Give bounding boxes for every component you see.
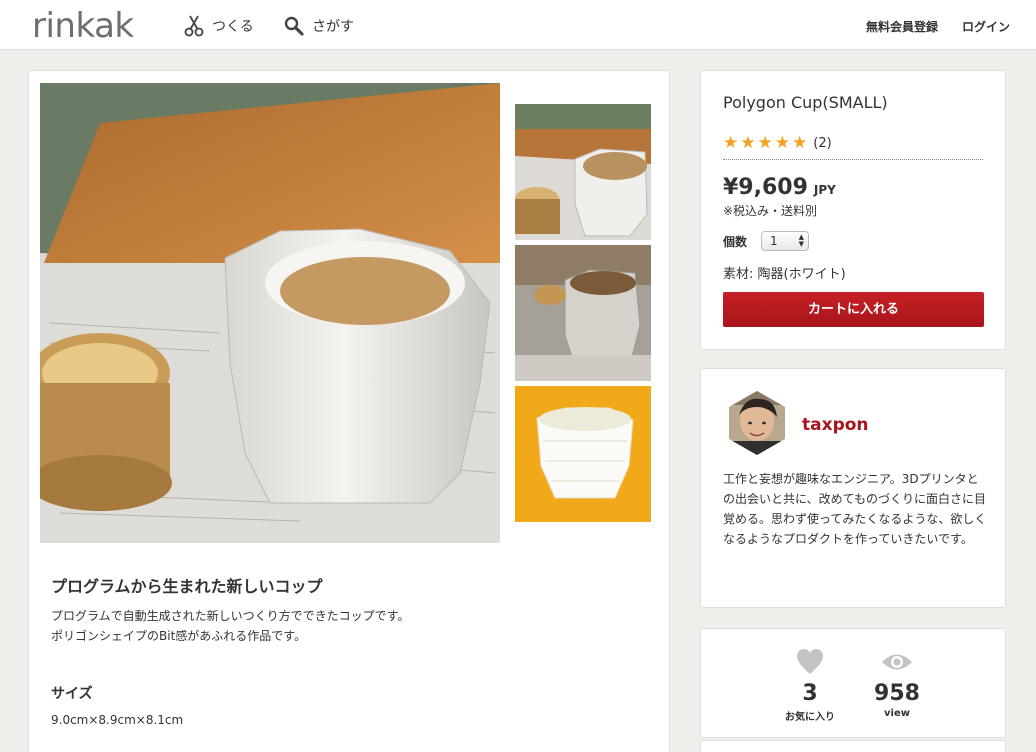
price-currency: JPY [813,183,836,197]
nav-find-label: さがす [312,19,354,35]
creator-name-link[interactable]: taxpon [802,415,869,435]
select-arrows-icon: ▲ ▼ [798,233,804,248]
eye-icon [882,654,912,670]
creator-avatar[interactable] [725,391,789,455]
size-title: サイズ [51,686,93,702]
thumbnail-2[interactable] [515,245,651,381]
creator-bio: 工作と妄想が趣味なエンジニア。3Dプリンタとの出会いと共に、改めてものづくりに面… [723,472,987,546]
product-info-panel: Polygon Cup(SMALL) ★ ★ ★ ★ ★ (2) ¥9,609 J… [700,70,1006,350]
creator-panel: taxpon 工作と妄想が趣味なエンジニア。3Dプリンタとの出会いと共に、改めて… [700,368,1006,608]
quantity-select[interactable]: 1 ▲ ▼ [761,231,809,251]
thumbnail-1[interactable] [515,104,651,240]
site-header: rinkak つくる さがす 無料会員登録 ログイン [0,0,1036,50]
nav-make-link[interactable]: つくる [184,14,254,38]
size-value: 9.0cm×8.9cm×8.1cm [51,713,184,727]
favorites-label: お気に入り [785,712,835,723]
product-gallery-panel: プログラムから生まれた新しいコップ プログラムで自動生成された新しいつくり方でで… [28,70,670,752]
stats-panel: 3 お気に入り 958 view [700,628,1006,738]
search-icon [284,16,304,36]
rating-count: (2) [813,135,832,151]
nav-find-link[interactable]: さがす [284,14,354,38]
favorites-count: 3 [802,681,818,706]
signup-link[interactable]: 無料会員登録 [866,18,938,35]
star-icon: ★ [774,133,790,153]
site-logo[interactable]: rinkak [32,6,134,46]
views-count: 958 [874,681,920,706]
add-to-cart-button[interactable]: カートに入れる [723,292,984,327]
star-icon: ★ [740,133,756,153]
login-link[interactable]: ログイン [962,18,1010,35]
product-name: Polygon Cup(SMALL) [723,93,888,112]
material: 素材: 陶器(ホワイト) [723,267,846,282]
divider [723,159,983,160]
description-line: ポリゴンシェイプのBit感があふれる作品です。 [51,629,307,643]
description-line: プログラムで自動生成された新しいつくり方でできたコップです。 [51,609,410,623]
price-value: ¥9,609 [723,175,808,200]
price: ¥9,609 JPY [723,175,836,200]
favorite-button[interactable]: 3 お気に入り [779,649,841,723]
nav-make-label: つくる [212,19,254,35]
quantity-label: 個数 [723,235,748,249]
heart-icon [797,649,823,674]
star-icon: ★ [757,133,773,153]
description-text: プログラムで自動生成された新しいつくり方でできたコップです。 ポリゴンシェイプの… [51,606,409,646]
thumbnail-3[interactable] [515,386,651,522]
views-stat: 958 view [867,649,927,719]
star-icon: ★ [723,133,739,153]
scissors-icon [184,15,204,37]
views-label: view [884,708,910,719]
additional-panel [700,740,1006,752]
star-icon: ★ [792,133,808,153]
quantity-value: 1 [770,234,778,248]
rating[interactable]: ★ ★ ★ ★ ★ (2) [723,133,832,153]
tax-note: ※税込み・送料別 [723,204,818,218]
description-title: プログラムから生まれた新しいコップ [51,577,323,596]
main-product-image[interactable] [40,83,500,543]
